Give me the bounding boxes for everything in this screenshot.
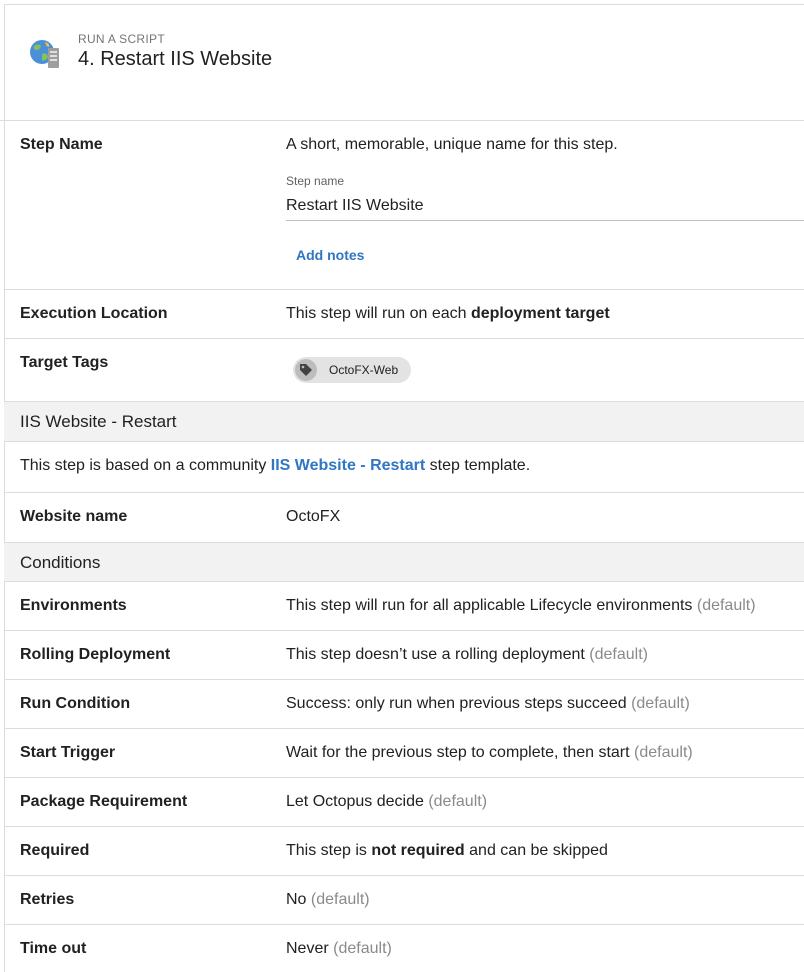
default-note: (default) xyxy=(310,891,370,908)
step-name-description: A short, memorable, unique name for this… xyxy=(286,136,618,153)
condition-row: Package Requirement Let Octopus decide (… xyxy=(4,778,804,827)
website-name-value: OctoFX xyxy=(286,508,341,525)
template-info-text: This step is based on a community IIS We… xyxy=(20,457,530,475)
execution-location-bold: deployment target xyxy=(470,305,610,322)
required-suffix: and can be skipped xyxy=(464,842,608,859)
default-note: (default) xyxy=(589,646,648,663)
default-note: (default) xyxy=(634,744,693,761)
template-info-suffix: step template. xyxy=(425,457,531,474)
iis-server-globe-icon xyxy=(30,40,59,68)
default-note: (default) xyxy=(428,793,488,810)
condition-value: Success: only run when previous steps su… xyxy=(286,695,690,713)
retries-value: No (default) xyxy=(286,891,370,909)
condition-label: Environments xyxy=(20,597,127,614)
execution-location-row: Execution Location This step will run on… xyxy=(4,290,804,339)
execution-location-value: This step will run on each deployment ta… xyxy=(286,305,610,323)
timeout-label: Time out xyxy=(20,940,87,957)
tag-chip-label: OctoFX-Web xyxy=(329,363,399,377)
iis-website-section-header: IIS Website - Restart xyxy=(4,402,804,442)
target-tags-label: Target Tags xyxy=(20,354,109,371)
template-link[interactable]: IIS Website - Restart xyxy=(271,457,425,474)
default-note: (default) xyxy=(696,597,756,614)
execution-location-label: Execution Location xyxy=(20,305,168,322)
retries-label: Retries xyxy=(20,891,75,908)
conditions-section-title: Conditions xyxy=(20,553,101,572)
step-header: RUN A SCRIPT 4. Restart IIS Website xyxy=(0,0,804,121)
condition-label: Run Condition xyxy=(20,695,131,712)
template-info-prefix: This step is based on a community xyxy=(20,457,271,474)
website-name-row: Website name OctoFX xyxy=(4,493,804,543)
page-title: 4. Restart IIS Website xyxy=(78,48,273,70)
condition-row: Environments This step will run for all … xyxy=(4,582,804,631)
required-value: This step is not required and can be ski… xyxy=(286,842,608,860)
tag-icon xyxy=(295,359,317,381)
add-notes-button[interactable]: Add notes xyxy=(296,247,364,263)
tag-chip[interactable]: OctoFX-Web xyxy=(293,357,411,383)
condition-value-text: Success: only run when previous steps su… xyxy=(286,695,627,712)
condition-label: Rolling Deployment xyxy=(20,646,171,663)
required-row: Required This step is not required and c… xyxy=(4,827,804,876)
condition-row: Rolling Deployment This step doesn’t use… xyxy=(4,631,804,680)
timeout-row: Time out Never (default) xyxy=(4,925,804,972)
step-name-row: Step Name A short, memorable, unique nam… xyxy=(4,121,804,290)
condition-value-text: This step will run for all applicable Li… xyxy=(286,597,693,614)
website-name-label: Website name xyxy=(20,508,128,525)
condition-value: Let Octopus decide (default) xyxy=(286,793,487,811)
condition-row: Run Condition Success: only run when pre… xyxy=(4,680,804,729)
execution-location-text: This step will run on each xyxy=(286,305,471,322)
iis-website-section-title: IIS Website - Restart xyxy=(20,412,177,431)
required-bold: not required xyxy=(371,842,465,859)
step-type-label: RUN A SCRIPT xyxy=(78,32,165,46)
required-prefix: This step is xyxy=(286,842,372,859)
default-note: (default) xyxy=(631,695,690,712)
condition-value-text: Wait for the previous step to complete, … xyxy=(286,744,630,761)
condition-label: Package Requirement xyxy=(20,793,188,810)
condition-label: Start Trigger xyxy=(20,744,116,761)
template-info-row: This step is based on a community IIS We… xyxy=(4,442,804,493)
retries-row: Retries No (default) xyxy=(4,876,804,925)
default-note: (default) xyxy=(333,940,392,957)
target-tags-row: Target Tags OctoFX-Web xyxy=(4,339,804,402)
required-label: Required xyxy=(20,842,90,859)
timeout-value-text: Never xyxy=(286,940,329,957)
step-name-field-label: Step name xyxy=(286,174,345,188)
retries-value-text: No xyxy=(286,891,307,908)
step-name-label: Step Name xyxy=(20,136,103,153)
conditions-section-header: Conditions xyxy=(4,543,804,582)
condition-value: This step doesn’t use a rolling deployme… xyxy=(286,646,648,664)
condition-row: Start Trigger Wait for the previous step… xyxy=(4,729,804,778)
condition-value-text: This step doesn’t use a rolling deployme… xyxy=(286,646,585,663)
condition-value: Wait for the previous step to complete, … xyxy=(286,744,693,762)
condition-value: This step will run for all applicable Li… xyxy=(286,597,756,615)
timeout-value: Never (default) xyxy=(286,940,392,958)
condition-value-text: Let Octopus decide xyxy=(286,793,424,810)
step-name-field[interactable] xyxy=(286,192,804,221)
